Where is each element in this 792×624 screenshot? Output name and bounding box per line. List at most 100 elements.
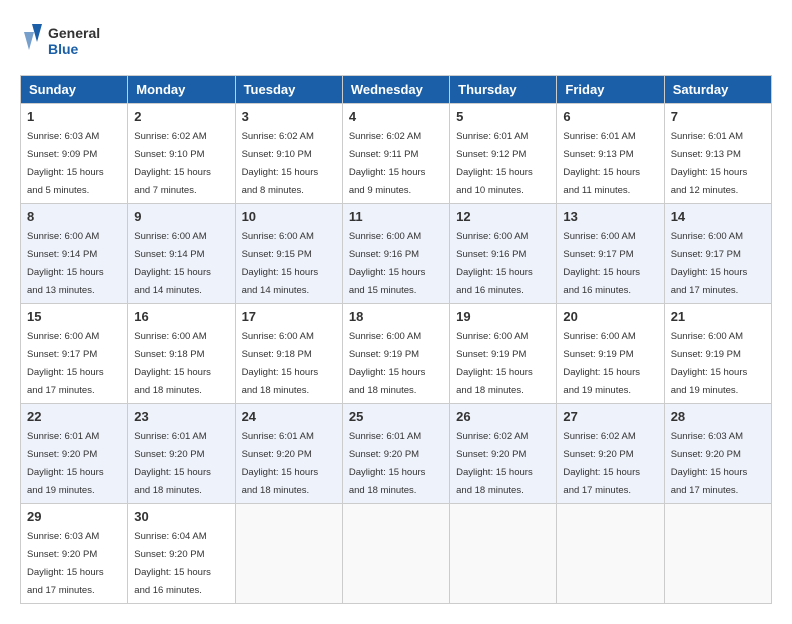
day-detail: Sunrise: 6:00 AMSunset: 9:15 PMDaylight:… <box>242 231 319 296</box>
day-detail: Sunrise: 6:02 AMSunset: 9:20 PMDaylight:… <box>456 431 533 496</box>
calendar-cell: 18 Sunrise: 6:00 AMSunset: 9:19 PMDaylig… <box>342 304 449 404</box>
calendar-cell <box>450 504 557 604</box>
day-number: 26 <box>456 409 550 424</box>
day-number: 19 <box>456 309 550 324</box>
day-number: 18 <box>349 309 443 324</box>
calendar-week-row: 1 Sunrise: 6:03 AMSunset: 9:09 PMDayligh… <box>21 104 772 204</box>
calendar-cell: 4 Sunrise: 6:02 AMSunset: 9:11 PMDayligh… <box>342 104 449 204</box>
calendar-cell: 29 Sunrise: 6:03 AMSunset: 9:20 PMDaylig… <box>21 504 128 604</box>
col-header-sunday: Sunday <box>21 76 128 104</box>
calendar-cell: 2 Sunrise: 6:02 AMSunset: 9:10 PMDayligh… <box>128 104 235 204</box>
calendar-cell: 6 Sunrise: 6:01 AMSunset: 9:13 PMDayligh… <box>557 104 664 204</box>
calendar-week-row: 8 Sunrise: 6:00 AMSunset: 9:14 PMDayligh… <box>21 204 772 304</box>
calendar-cell: 24 Sunrise: 6:01 AMSunset: 9:20 PMDaylig… <box>235 404 342 504</box>
calendar-cell: 1 Sunrise: 6:03 AMSunset: 9:09 PMDayligh… <box>21 104 128 204</box>
day-number: 10 <box>242 209 336 224</box>
col-header-saturday: Saturday <box>664 76 771 104</box>
day-detail: Sunrise: 6:01 AMSunset: 9:13 PMDaylight:… <box>671 131 748 196</box>
day-detail: Sunrise: 6:01 AMSunset: 9:20 PMDaylight:… <box>242 431 319 496</box>
day-detail: Sunrise: 6:03 AMSunset: 9:20 PMDaylight:… <box>27 531 104 596</box>
day-detail: Sunrise: 6:00 AMSunset: 9:19 PMDaylight:… <box>349 331 426 396</box>
calendar-cell: 28 Sunrise: 6:03 AMSunset: 9:20 PMDaylig… <box>664 404 771 504</box>
day-detail: Sunrise: 6:00 AMSunset: 9:16 PMDaylight:… <box>349 231 426 296</box>
calendar-cell: 19 Sunrise: 6:00 AMSunset: 9:19 PMDaylig… <box>450 304 557 404</box>
day-number: 6 <box>563 109 657 124</box>
calendar-cell <box>235 504 342 604</box>
day-number: 21 <box>671 309 765 324</box>
svg-text:Blue: Blue <box>48 41 79 57</box>
col-header-thursday: Thursday <box>450 76 557 104</box>
day-detail: Sunrise: 6:01 AMSunset: 9:20 PMDaylight:… <box>27 431 104 496</box>
calendar-week-row: 22 Sunrise: 6:01 AMSunset: 9:20 PMDaylig… <box>21 404 772 504</box>
day-number: 20 <box>563 309 657 324</box>
calendar-cell: 17 Sunrise: 6:00 AMSunset: 9:18 PMDaylig… <box>235 304 342 404</box>
day-number: 25 <box>349 409 443 424</box>
day-number: 11 <box>349 209 443 224</box>
day-detail: Sunrise: 6:00 AMSunset: 9:18 PMDaylight:… <box>134 331 211 396</box>
day-number: 15 <box>27 309 121 324</box>
day-detail: Sunrise: 6:00 AMSunset: 9:16 PMDaylight:… <box>456 231 533 296</box>
day-detail: Sunrise: 6:00 AMSunset: 9:14 PMDaylight:… <box>134 231 211 296</box>
day-detail: Sunrise: 6:00 AMSunset: 9:17 PMDaylight:… <box>671 231 748 296</box>
col-header-wednesday: Wednesday <box>342 76 449 104</box>
day-detail: Sunrise: 6:01 AMSunset: 9:20 PMDaylight:… <box>134 431 211 496</box>
day-number: 12 <box>456 209 550 224</box>
calendar-cell: 27 Sunrise: 6:02 AMSunset: 9:20 PMDaylig… <box>557 404 664 504</box>
day-number: 29 <box>27 509 121 524</box>
calendar-cell: 14 Sunrise: 6:00 AMSunset: 9:17 PMDaylig… <box>664 204 771 304</box>
calendar-table: SundayMondayTuesdayWednesdayThursdayFrid… <box>20 75 772 604</box>
day-detail: Sunrise: 6:03 AMSunset: 9:09 PMDaylight:… <box>27 131 104 196</box>
day-detail: Sunrise: 6:00 AMSunset: 9:19 PMDaylight:… <box>563 331 640 396</box>
day-detail: Sunrise: 6:04 AMSunset: 9:20 PMDaylight:… <box>134 531 211 596</box>
svg-text:General: General <box>48 25 100 41</box>
day-number: 13 <box>563 209 657 224</box>
calendar-cell <box>557 504 664 604</box>
day-number: 27 <box>563 409 657 424</box>
day-detail: Sunrise: 6:00 AMSunset: 9:17 PMDaylight:… <box>563 231 640 296</box>
calendar-cell: 13 Sunrise: 6:00 AMSunset: 9:17 PMDaylig… <box>557 204 664 304</box>
day-number: 1 <box>27 109 121 124</box>
day-detail: Sunrise: 6:00 AMSunset: 9:19 PMDaylight:… <box>671 331 748 396</box>
calendar-cell: 20 Sunrise: 6:00 AMSunset: 9:19 PMDaylig… <box>557 304 664 404</box>
day-detail: Sunrise: 6:01 AMSunset: 9:20 PMDaylight:… <box>349 431 426 496</box>
day-number: 7 <box>671 109 765 124</box>
day-number: 17 <box>242 309 336 324</box>
day-detail: Sunrise: 6:02 AMSunset: 9:20 PMDaylight:… <box>563 431 640 496</box>
calendar-cell: 30 Sunrise: 6:04 AMSunset: 9:20 PMDaylig… <box>128 504 235 604</box>
day-number: 9 <box>134 209 228 224</box>
calendar-cell: 3 Sunrise: 6:02 AMSunset: 9:10 PMDayligh… <box>235 104 342 204</box>
logo-svg: General Blue <box>20 20 110 65</box>
calendar-cell: 11 Sunrise: 6:00 AMSunset: 9:16 PMDaylig… <box>342 204 449 304</box>
page-header: General Blue <box>20 20 772 65</box>
logo: General Blue <box>20 20 110 65</box>
day-detail: Sunrise: 6:02 AMSunset: 9:10 PMDaylight:… <box>134 131 211 196</box>
calendar-cell: 10 Sunrise: 6:00 AMSunset: 9:15 PMDaylig… <box>235 204 342 304</box>
day-number: 23 <box>134 409 228 424</box>
day-detail: Sunrise: 6:03 AMSunset: 9:20 PMDaylight:… <box>671 431 748 496</box>
calendar-cell: 21 Sunrise: 6:00 AMSunset: 9:19 PMDaylig… <box>664 304 771 404</box>
calendar-cell: 9 Sunrise: 6:00 AMSunset: 9:14 PMDayligh… <box>128 204 235 304</box>
calendar-cell: 16 Sunrise: 6:00 AMSunset: 9:18 PMDaylig… <box>128 304 235 404</box>
day-number: 30 <box>134 509 228 524</box>
calendar-cell <box>664 504 771 604</box>
calendar-cell: 15 Sunrise: 6:00 AMSunset: 9:17 PMDaylig… <box>21 304 128 404</box>
day-detail: Sunrise: 6:00 AMSunset: 9:18 PMDaylight:… <box>242 331 319 396</box>
day-number: 14 <box>671 209 765 224</box>
day-number: 28 <box>671 409 765 424</box>
day-detail: Sunrise: 6:00 AMSunset: 9:19 PMDaylight:… <box>456 331 533 396</box>
col-header-friday: Friday <box>557 76 664 104</box>
calendar-cell: 22 Sunrise: 6:01 AMSunset: 9:20 PMDaylig… <box>21 404 128 504</box>
col-header-tuesday: Tuesday <box>235 76 342 104</box>
calendar-cell: 26 Sunrise: 6:02 AMSunset: 9:20 PMDaylig… <box>450 404 557 504</box>
calendar-header-row: SundayMondayTuesdayWednesdayThursdayFrid… <box>21 76 772 104</box>
day-number: 22 <box>27 409 121 424</box>
day-detail: Sunrise: 6:02 AMSunset: 9:11 PMDaylight:… <box>349 131 426 196</box>
calendar-cell: 7 Sunrise: 6:01 AMSunset: 9:13 PMDayligh… <box>664 104 771 204</box>
day-number: 3 <box>242 109 336 124</box>
day-number: 16 <box>134 309 228 324</box>
day-detail: Sunrise: 6:00 AMSunset: 9:14 PMDaylight:… <box>27 231 104 296</box>
calendar-cell: 12 Sunrise: 6:00 AMSunset: 9:16 PMDaylig… <box>450 204 557 304</box>
col-header-monday: Monday <box>128 76 235 104</box>
calendar-week-row: 15 Sunrise: 6:00 AMSunset: 9:17 PMDaylig… <box>21 304 772 404</box>
day-detail: Sunrise: 6:00 AMSunset: 9:17 PMDaylight:… <box>27 331 104 396</box>
